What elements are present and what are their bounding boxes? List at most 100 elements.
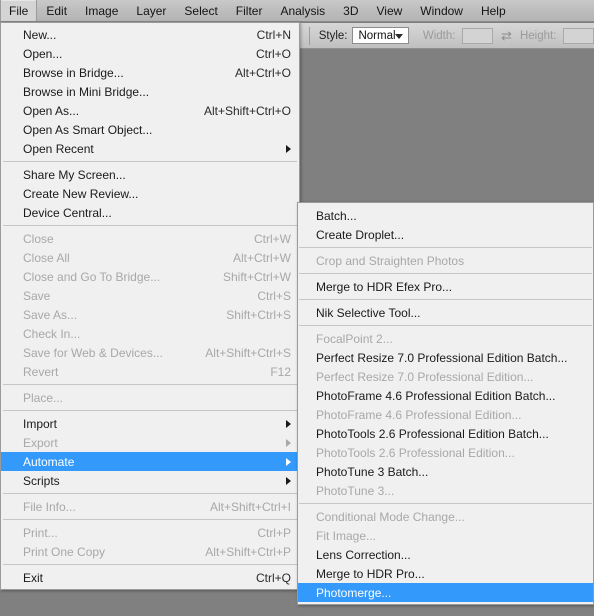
menu-item-label: Lens Correction... xyxy=(316,547,411,562)
menu-item-browse-in-bridge[interactable]: Browse in Bridge... Alt+Ctrl+O xyxy=(1,63,299,82)
menubar-item-label: 3D xyxy=(343,3,359,18)
style-select[interactable]: Normal xyxy=(352,27,409,44)
menu-item-phototools-2-6-professional-edition-batch[interactable]: PhotoTools 2.6 Professional Edition Batc… xyxy=(298,424,593,443)
menu-item-open-as[interactable]: Open As... Alt+Shift+Ctrl+O xyxy=(1,101,299,120)
menu-item-label: Open As Smart Object... xyxy=(23,122,153,137)
automate-submenu-dropdown: Batch... Create Droplet... Crop and Straig… xyxy=(297,202,594,605)
menu-item-label: PhotoTools 2.6 Professional Edition Batc… xyxy=(316,426,549,441)
menu-item-photoframe-4-6-professional-edition-batch[interactable]: PhotoFrame 4.6 Professional Edition Batc… xyxy=(298,386,593,405)
menu-item-device-central[interactable]: Device Central... xyxy=(1,203,299,222)
menu-item-label: New... xyxy=(23,27,57,42)
menubar-item-help[interactable]: Help xyxy=(472,0,515,21)
menu-item-close: Close Ctrl+W xyxy=(1,229,299,248)
menu-item-crop-and-straighten-photos: Crop and Straighten Photos xyxy=(298,251,593,270)
menubar-item-view[interactable]: View xyxy=(367,0,411,21)
menu-item-label: Create New Review... xyxy=(23,186,139,201)
menu-item-open-recent[interactable]: Open Recent xyxy=(1,139,299,158)
menu-item-close-all: Close All Alt+Ctrl+W xyxy=(1,248,299,267)
menubar-item-file[interactable]: File xyxy=(0,0,38,21)
menu-item-merge-to-hdr-pro[interactable]: Merge to HDR Pro... xyxy=(298,564,593,583)
menubar-item-3d[interactable]: 3D xyxy=(334,0,367,21)
menu-item-label: PhotoTools 2.6 Professional Edition... xyxy=(316,445,515,460)
menu-item-label: Close All xyxy=(23,250,70,265)
menu-item-print-one-copy: Print One Copy Alt+Shift+Ctrl+P xyxy=(1,542,299,561)
width-label: Width: xyxy=(422,29,456,42)
menu-item-shortcut: Ctrl+S xyxy=(257,288,291,303)
menu-item-shortcut: Shift+Ctrl+S xyxy=(226,307,291,322)
menu-item-shortcut: Alt+Shift+Ctrl+I xyxy=(209,499,291,514)
menu-item-import[interactable]: Import xyxy=(1,414,299,433)
menubar-item-window[interactable]: Window xyxy=(411,0,472,21)
menubar-item-layer[interactable]: Layer xyxy=(127,0,175,21)
menu-item-shortcut: Ctrl+N xyxy=(256,27,291,42)
menu-item-export: Export xyxy=(1,433,299,452)
menu-item-label: Device Central... xyxy=(23,205,112,220)
menu-item-photoframe-4-6-professional-edition: PhotoFrame 4.6 Professional Edition... xyxy=(298,405,593,424)
menu-item-lens-correction[interactable]: Lens Correction... xyxy=(298,545,593,564)
menu-separator xyxy=(3,564,297,565)
menu-item-label: Close xyxy=(23,231,54,246)
menu-item-browse-in-mini-bridge[interactable]: Browse in Mini Bridge... xyxy=(1,82,299,101)
menu-item-open[interactable]: Open... Ctrl+O xyxy=(1,44,299,63)
menu-item-label: Nik Selective Tool... xyxy=(316,305,421,320)
menu-item-label: Print... xyxy=(23,525,58,540)
menu-separator xyxy=(3,519,297,520)
menu-item-print: Print... Ctrl+P xyxy=(1,523,299,542)
menu-item-label: PhotoTune 3... xyxy=(316,483,395,498)
menu-item-label: Save xyxy=(23,288,51,303)
swap-dimensions-icon[interactable]: ⇄ xyxy=(501,28,512,43)
options-divider xyxy=(309,26,310,45)
menu-separator xyxy=(3,225,297,226)
menu-item-label: Conditional Mode Change... xyxy=(316,509,465,524)
menu-item-scripts[interactable]: Scripts xyxy=(1,471,299,490)
menu-separator xyxy=(299,503,592,504)
menu-item-shortcut: Alt+Shift+Ctrl+S xyxy=(205,345,291,360)
menu-item-label: Merge to HDR Pro... xyxy=(316,566,425,581)
width-input[interactable] xyxy=(462,27,494,44)
file-menu-dropdown: New... Ctrl+N Open... Ctrl+O Browse in Bridg… xyxy=(0,22,300,590)
menu-item-conditional-mode-change: Conditional Mode Change... xyxy=(298,507,593,526)
menubar-item-edit[interactable]: Edit xyxy=(37,0,76,21)
submenu-arrow-icon xyxy=(286,457,291,466)
menu-item-save-as: Save As... Shift+Ctrl+S xyxy=(1,305,299,324)
menubar-item-analysis[interactable]: Analysis xyxy=(271,0,334,21)
menu-item-merge-to-hdr-efex-pro[interactable]: Merge to HDR Efex Pro... xyxy=(298,277,593,296)
menu-item-phototune-3-batch[interactable]: PhotoTune 3 Batch... xyxy=(298,462,593,481)
menu-item-automate[interactable]: Automate xyxy=(1,452,299,471)
menubar-item-label: Window xyxy=(420,3,463,18)
menu-item-label: Scripts xyxy=(23,473,60,488)
menu-item-label: Automate xyxy=(23,454,75,469)
menu-item-shortcut: Ctrl+P xyxy=(257,525,291,540)
menu-separator xyxy=(299,299,592,300)
menu-item-batch[interactable]: Batch... xyxy=(298,206,593,225)
menubar-item-image[interactable]: Image xyxy=(76,0,127,21)
menu-item-check-in: Check In... xyxy=(1,324,299,343)
menu-item-share-my-screen[interactable]: Share My Screen... xyxy=(1,165,299,184)
menu-item-create-new-review[interactable]: Create New Review... xyxy=(1,184,299,203)
menu-item-label: Close and Go To Bridge... xyxy=(23,269,161,284)
menu-item-perfect-resize-7-0-professional-edition-batch[interactable]: Perfect Resize 7.0 Professional Edition … xyxy=(298,348,593,367)
menubar-item-select[interactable]: Select xyxy=(175,0,226,21)
menu-item-photomerge[interactable]: Photomerge... xyxy=(298,583,593,602)
submenu-arrow-icon xyxy=(286,419,291,428)
menubar-item-label: Help xyxy=(480,3,506,18)
menu-item-exit[interactable]: Exit Ctrl+Q xyxy=(1,568,299,587)
menu-item-create-droplet[interactable]: Create Droplet... xyxy=(298,225,593,244)
menu-item-label: Merge to HDR Efex Pro... xyxy=(316,279,453,294)
menu-item-shortcut: Alt+Ctrl+W xyxy=(232,250,291,265)
menu-item-nik-selective-tool[interactable]: Nik Selective Tool... xyxy=(298,303,593,322)
submenu-arrow-icon xyxy=(286,476,291,485)
menu-separator xyxy=(3,410,297,411)
menu-item-shortcut: Ctrl+O xyxy=(255,46,291,61)
menu-item-new[interactable]: New... Ctrl+N xyxy=(1,25,299,44)
tool-options-bar: Style: Normal Width: ⇄ Height: xyxy=(297,23,594,49)
submenu-arrow-icon xyxy=(286,438,291,447)
menubar-item-label: Layer xyxy=(136,3,167,18)
menubar-item-label: View xyxy=(376,3,403,18)
height-input[interactable] xyxy=(563,27,594,44)
menu-item-open-as-smart-object[interactable]: Open As Smart Object... xyxy=(1,120,299,139)
menu-separator xyxy=(3,161,297,162)
menubar-item-filter[interactable]: Filter xyxy=(227,0,272,21)
menu-item-label: Perfect Resize 7.0 Professional Edition.… xyxy=(316,369,534,384)
menubar-item-label: Image xyxy=(85,3,119,18)
